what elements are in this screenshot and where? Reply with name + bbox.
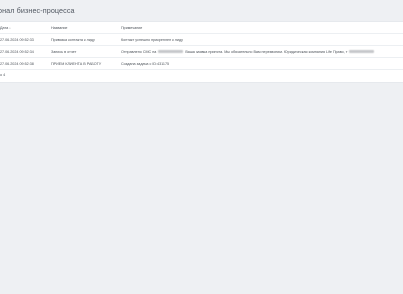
redacted-phone xyxy=(158,50,184,53)
table-row[interactable]: 27.06.2024 09:52:38 ПРИЕМ КЛИЕНТА В РАБО… xyxy=(0,58,403,70)
row-date: 27.06.2024 09:52:33 xyxy=(0,37,34,42)
table-row[interactable]: 27.06.2024 09:52:33 Привязка контакта к … xyxy=(0,34,403,46)
sort-arrow-icon: ↓ xyxy=(9,25,11,30)
table-total: о 4 xyxy=(0,73,6,77)
table-header-row: Дата ↓ Название Примечание xyxy=(0,22,403,34)
column-header-note-label: Примечание xyxy=(121,25,143,30)
column-header-date-label: Дата xyxy=(0,25,9,30)
row-note: Создана задача с ID:431175 xyxy=(121,61,170,66)
row-name: ПРИЕМ КЛИЕНТА В РАБОТУ xyxy=(51,61,102,66)
table-row[interactable]: 27.06.2024 09:52:34 Запись в отчет Отпра… xyxy=(0,46,403,58)
business-process-log-panel: Дата ↓ Название Примечание 27.06.2024 09… xyxy=(0,21,403,83)
column-header-date[interactable]: Дата ↓ xyxy=(0,22,48,33)
column-header-note[interactable]: Примечание xyxy=(121,22,403,33)
row-note: Контакт успешно прикреплен к лиду xyxy=(121,37,183,42)
row-date: 27.06.2024 09:52:34 xyxy=(0,49,34,54)
row-date: 27.06.2024 09:52:38 xyxy=(0,61,34,66)
column-header-name[interactable]: Название xyxy=(51,22,119,33)
row-note: Отправлено СМС на Ваша заявка принята. М… xyxy=(121,46,403,57)
row-note-prefix: Отправлено СМС на xyxy=(121,49,157,54)
row-name: Запись в отчет xyxy=(51,49,77,54)
row-note-suffix: Ваша заявка принята. Мы обязательно Вам … xyxy=(185,49,348,54)
redacted-text xyxy=(349,50,375,53)
column-header-name-label: Название xyxy=(51,25,68,30)
page-title: онал бизнес-процесса xyxy=(0,6,75,15)
row-name: Привязка контакта к лиду xyxy=(51,37,95,42)
